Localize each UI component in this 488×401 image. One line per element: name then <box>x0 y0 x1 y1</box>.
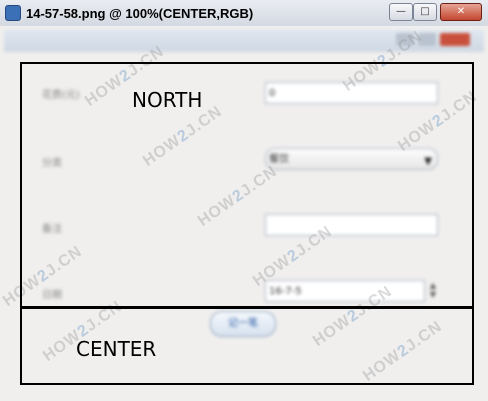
image-canvas: 花费(元) 0 分类 餐饮 ▼ 备注 日期 16-7-5 ▲ ▼ 记一笔 HOW2… <box>0 26 488 401</box>
north-label: NORTH <box>132 88 203 112</box>
minimize-button[interactable]: — <box>389 3 413 21</box>
center-label: CENTER <box>76 337 157 361</box>
center-region: CENTER <box>20 307 474 385</box>
window-title: 14-57-58.png @ 100%(CENTER,RGB) <box>26 6 254 21</box>
window-titlebar: 14-57-58.png @ 100%(CENTER,RGB) — □ ✕ <box>0 0 488 27</box>
maximize-button[interactable]: □ <box>413 3 437 21</box>
close-button[interactable]: ✕ <box>440 3 482 21</box>
north-region: NORTH <box>20 62 474 308</box>
inner-close-icon <box>440 33 470 46</box>
app-icon <box>5 5 21 21</box>
